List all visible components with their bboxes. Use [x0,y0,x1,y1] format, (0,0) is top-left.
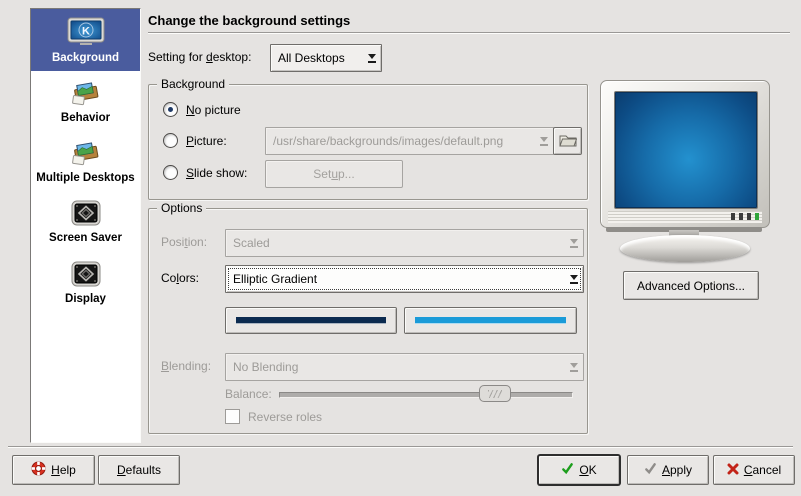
sidebar-item-screen-saver[interactable]: Screen Saver [31,191,140,253]
module-sidebar: K Background Behavior [30,8,141,443]
sidebar-item-background[interactable]: K Background [31,9,140,71]
browse-picture-button[interactable] [553,127,582,155]
position-label: Position: [161,229,207,255]
background-group: Background No picture Picture: /usr/shar… [148,84,588,200]
background-group-title: Background [157,77,229,91]
sidebar-item-multiple-desktops[interactable]: Multiple Desktops [31,131,140,191]
background-monitor-icon: K [67,17,105,50]
radio-icon [163,165,178,180]
monitor-preview [600,80,770,228]
sidebar-item-behavior[interactable]: Behavior [31,71,140,131]
no-picture-radio[interactable]: No picture [163,102,241,117]
color2-button[interactable] [404,307,577,334]
advanced-options-button[interactable]: Advanced Options... [623,271,759,300]
picture-radio[interactable]: Picture: [163,133,227,148]
options-group-title: Options [157,201,206,215]
slide-show-setup-button: Setup... [265,160,403,188]
sidebar-item-label: Behavior [61,112,110,124]
gray-check-icon [644,462,657,478]
no-picture-label: No picture [186,103,241,117]
blending-label: Blending: [161,353,211,379]
colors-label: Colors: [161,265,199,291]
slider-grip-icon [488,390,502,398]
sidebar-item-display[interactable]: Display [31,253,140,313]
monitor-stand [620,235,750,262]
reverse-roles-checkbox: Reverse roles [225,409,322,424]
balance-slider [279,385,573,403]
defaults-button[interactable]: Defaults [98,455,180,485]
desktop-select-value: All Desktops [278,51,362,65]
apply-button[interactable]: Apply [627,455,709,485]
colors-select[interactable]: Elliptic Gradient [225,265,584,293]
slide-show-label: Slide show: [186,166,247,180]
position-select: Scaled [225,229,584,257]
chevron-down-icon [564,363,583,372]
check-icon [561,462,574,478]
folder-icon [559,133,577,150]
cancel-button[interactable]: Cancel [713,455,795,485]
picture-path-value: /usr/share/backgrounds/images/default.pn… [273,134,534,148]
svg-text:K: K [82,25,90,37]
color1-button[interactable] [225,307,397,334]
display-icon [70,261,102,291]
help-button[interactable]: Help [12,455,95,485]
slider-handle [479,385,511,402]
balance-label: Balance: [225,385,272,403]
picture-path-select: /usr/share/backgrounds/images/default.pn… [265,127,554,155]
footer-separator [8,446,793,448]
chevron-down-icon [564,275,583,284]
lifebuoy-icon [31,461,46,479]
checkbox-icon [225,409,240,424]
multiple-desktops-icon [69,139,103,170]
position-value: Scaled [233,236,564,250]
blending-select: No Blending [225,353,584,381]
ok-button[interactable]: OK [538,455,620,485]
radio-icon [163,102,178,117]
color1-swatch [236,317,386,324]
setting-for-desktop-label: Setting for desktop: [148,44,251,70]
options-group: Options Position: Scaled Colors: Ellipti… [148,208,588,434]
desktop-select[interactable]: All Desktops [270,44,382,72]
chevron-down-icon [564,239,583,248]
chevron-down-icon [534,137,553,146]
sidebar-item-label: Multiple Desktops [36,172,134,184]
x-icon [727,463,739,478]
screen-saver-icon [70,200,102,230]
title-separator [148,32,790,34]
monitor-screen-preview [614,91,758,209]
sidebar-item-label: Screen Saver [49,232,122,244]
chevron-down-icon [362,54,381,63]
reverse-roles-label: Reverse roles [248,410,322,424]
slider-groove [279,392,573,398]
radio-icon [163,133,178,148]
sidebar-item-label: Background [52,52,119,64]
page-title: Change the background settings [148,13,350,28]
slide-show-radio[interactable]: Slide show: [163,165,247,180]
monitor-leds [731,213,759,220]
background-settings-dialog: { "header": { "title": "Change the backg… [0,0,801,496]
sidebar-item-label: Display [65,293,106,305]
color2-swatch [415,317,566,324]
blending-value: No Blending [233,360,564,374]
colors-value: Elliptic Gradient [233,272,564,286]
desktop-behavior-icon [69,79,103,110]
picture-label: Picture: [186,134,227,148]
